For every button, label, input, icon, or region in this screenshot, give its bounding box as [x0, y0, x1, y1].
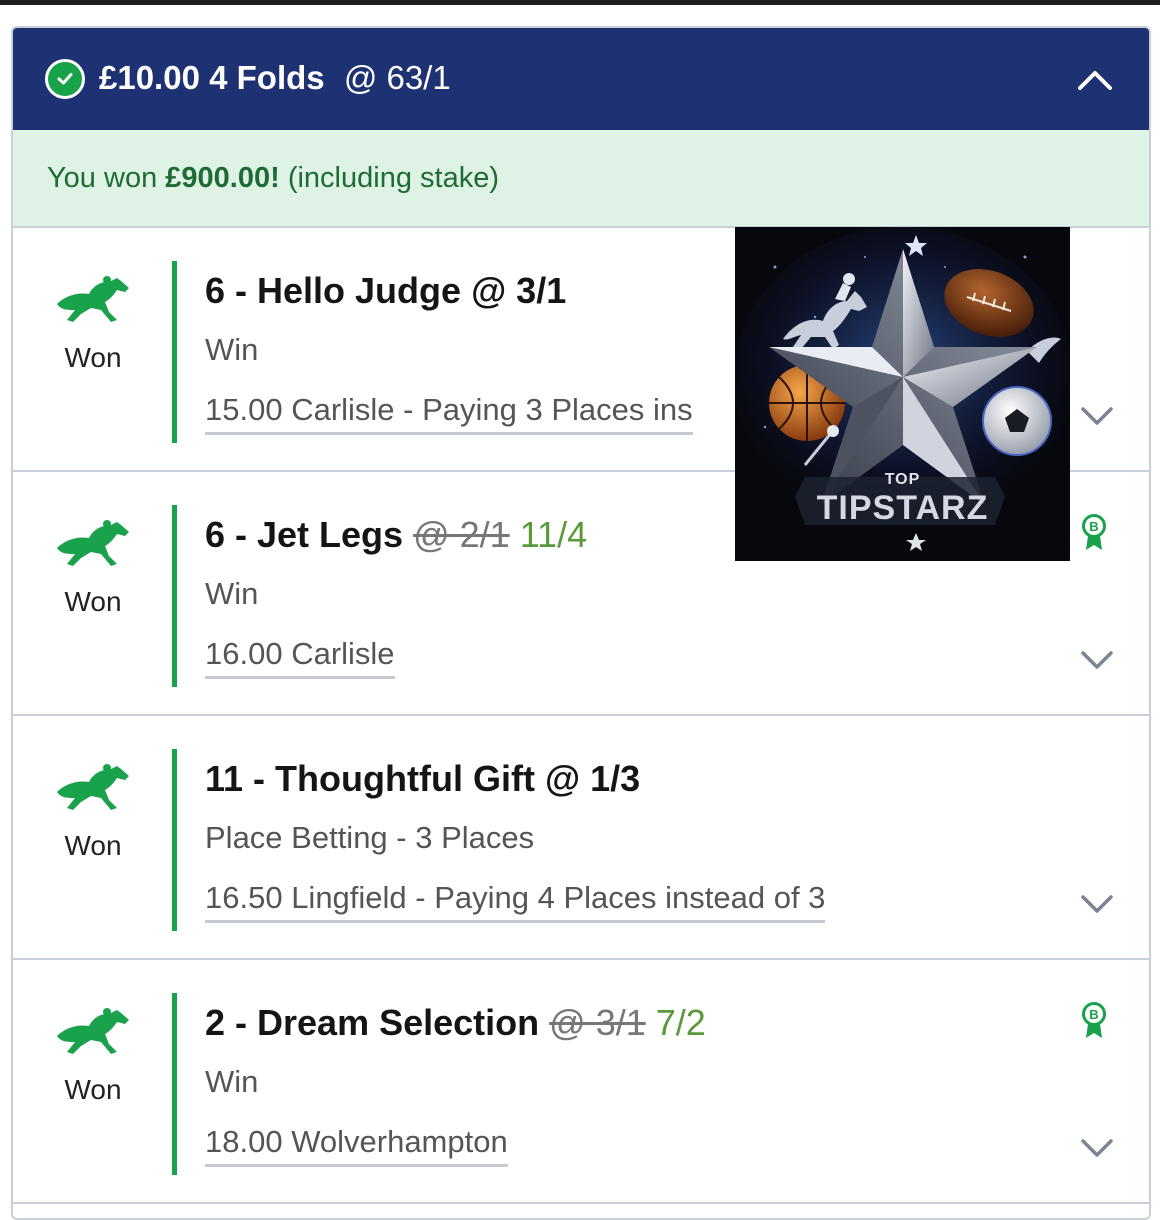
horse-racing-icon [57, 520, 129, 566]
win-banner: You won £900.00! (including stake) [13, 130, 1149, 228]
boost-badge-letter: B [1089, 519, 1098, 534]
horse-racing-icon [57, 276, 129, 322]
top-divider [0, 0, 1160, 5]
market-name: Win [205, 576, 259, 611]
event-link[interactable]: 16.00 Carlisle [205, 636, 395, 679]
chevron-up-icon[interactable] [1075, 64, 1115, 94]
selection-name: 6 - Jet Legs [205, 514, 404, 555]
leg-status: Won [64, 1074, 122, 1105]
bet-stake: £10.00 [99, 59, 200, 96]
best-odds-badge-icon: B [1082, 1002, 1106, 1038]
top-tipstarz-logo: TOP TIPSTARZ [735, 227, 1070, 561]
selection-title: 6 - Jet Legs @ 2/1 11/4 [205, 514, 587, 556]
event-link[interactable]: 16.50 Lingfield - Paying 4 Places instea… [205, 880, 826, 923]
horse-racing-icon [57, 1008, 129, 1054]
bet-card: £10.00 4 Folds @ 63/1 You won £900.00! (… [11, 26, 1151, 1220]
chevron-down-icon[interactable] [1079, 648, 1115, 672]
leg-status: Won [64, 830, 122, 861]
best-odds-badge-icon: B [1082, 514, 1106, 550]
boost-badge-letter: B [1089, 1007, 1098, 1022]
status-bar [172, 261, 177, 443]
selection-title: 2 - Dream Selection @ 3/1 7/2 [205, 1002, 706, 1044]
logo-text-top: TOP [884, 471, 921, 488]
win-amount: £900.00! [165, 162, 280, 194]
chevron-down-icon[interactable] [1079, 404, 1115, 428]
event-link[interactable]: 15.00 Carlisle - Paying 3 Places ins [205, 392, 693, 435]
boosted-odds: 7/2 [655, 1002, 706, 1043]
leg-row[interactable]: Won 2 - Dream Selection @ 3/1 7/2 Win 18… [13, 960, 1149, 1204]
status-bar [172, 993, 177, 1175]
leg-row[interactable]: Won 11 - Thoughtful Gift @ 1/3 Place Bet… [13, 716, 1149, 960]
win-message-suffix: (including stake) [279, 162, 499, 194]
market-name: Win [205, 1064, 259, 1099]
market-name: Place Betting - 3 Places [205, 820, 535, 855]
logo-text-main: TIPSTARZ [816, 489, 989, 527]
chevron-down-icon[interactable] [1079, 892, 1115, 916]
selection-title: 6 - Hello Judge @ 3/1 [205, 270, 566, 312]
original-odds: @ 2/1 [413, 514, 510, 555]
market-name: Win [205, 332, 259, 367]
selection-odds: @ 3/1 [471, 270, 567, 311]
selection-title: 11 - Thoughtful Gift @ 1/3 [205, 758, 640, 800]
event-link[interactable]: 18.00 Wolverhampton [205, 1124, 508, 1167]
check-circle-icon [45, 59, 85, 99]
bet-header[interactable]: £10.00 4 Folds @ 63/1 [13, 28, 1149, 130]
leg-status: Won [64, 586, 122, 617]
bet-type: 4 Folds [209, 59, 325, 96]
status-bar [172, 505, 177, 687]
status-bar [172, 749, 177, 931]
bet-odds: @ 63/1 [343, 59, 451, 96]
selection-name: 11 - Thoughtful Gift [205, 758, 535, 799]
chevron-down-icon[interactable] [1079, 1136, 1115, 1160]
boosted-odds: 11/4 [519, 514, 588, 555]
horse-racing-icon [57, 764, 129, 810]
leg-status: Won [64, 342, 122, 373]
win-message-prefix: You won [47, 162, 166, 194]
original-odds: @ 3/1 [549, 1002, 646, 1043]
selection-name: 2 - Dream Selection [205, 1002, 540, 1043]
selection-odds: @ 1/3 [544, 758, 641, 799]
win-message: You won £900.00! (including stake) [47, 162, 499, 195]
selection-name: 6 - Hello Judge [205, 270, 462, 311]
bet-title: £10.00 4 Folds @ 63/1 [99, 58, 451, 98]
